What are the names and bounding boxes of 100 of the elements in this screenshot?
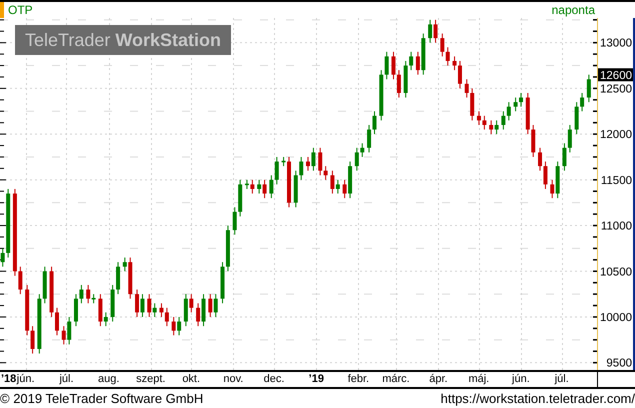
x-tick-label: aug. (98, 373, 120, 386)
x-tick-label: nov. (223, 373, 244, 386)
candlestick (92, 294, 96, 304)
last-price-tag: 12600 (598, 68, 633, 82)
candlestick (122, 257, 127, 272)
candlestick (514, 97, 518, 112)
candlestick (274, 156, 279, 185)
candlestick (306, 156, 310, 172)
candlestick (372, 110, 376, 135)
x-tick-label: jún. (16, 373, 35, 386)
x-tick-label: okt. (182, 373, 200, 386)
candlestick (434, 19, 438, 44)
x-tick-label: márc. (382, 373, 410, 386)
candlestick (476, 110, 481, 126)
candlestick (440, 33, 444, 57)
candlestick (354, 147, 359, 172)
url-text: https://workstation.teletrader.com/ (440, 390, 635, 408)
candlestick (360, 142, 364, 158)
candlestick (196, 302, 200, 327)
candlestick (409, 51, 414, 71)
candlestick (177, 316, 182, 336)
x-tick-label: febr. (348, 373, 370, 386)
candlestick (336, 179, 340, 194)
candlestick (257, 179, 262, 194)
candlestick (244, 179, 249, 190)
candlestick (586, 74, 591, 103)
candlestick (416, 51, 420, 76)
candlestick (568, 124, 572, 153)
candlestick (452, 56, 457, 71)
y-tick-label: 13000 (600, 38, 632, 50)
candlestick (269, 174, 274, 199)
y-tick-label: 10500 (600, 266, 632, 278)
candlestick (428, 19, 432, 44)
series-marker (0, 2, 4, 18)
candlestick (550, 179, 554, 199)
candlestick (519, 92, 524, 108)
x-tick-label: júl. (59, 373, 74, 386)
candlestick (184, 294, 188, 327)
candlestick (18, 266, 22, 295)
candlestick (330, 170, 334, 194)
logo: TeleTrader WorkStation (15, 25, 232, 55)
y-tick-label: 12000 (600, 129, 632, 142)
candlestick (74, 294, 78, 327)
x-tick-label: jún. (512, 373, 530, 386)
candlestick (164, 307, 169, 327)
candlestick (367, 124, 372, 153)
candlestick (580, 92, 584, 112)
candlestick (342, 179, 347, 199)
x-tick-label: máj. (468, 373, 490, 386)
candlestick (506, 102, 511, 121)
candlestick (98, 294, 102, 327)
candlestick (54, 307, 59, 336)
x-tick-label: júl. (554, 373, 569, 386)
y-tick-label: 12500 (600, 83, 632, 96)
candlestick (531, 124, 536, 158)
candlestick (482, 115, 486, 130)
candlestick (494, 120, 499, 135)
candlestick (140, 294, 144, 318)
candlestick (538, 147, 542, 172)
candlestick (543, 161, 548, 190)
candlestick (79, 284, 84, 304)
candlestick (464, 78, 469, 98)
candlestick (391, 51, 396, 80)
candlestick (501, 110, 506, 130)
candlestick (152, 302, 157, 318)
candlestick (250, 179, 254, 194)
candlestick (104, 312, 108, 327)
candlestick (30, 326, 35, 354)
candlestick (67, 316, 72, 345)
x-tick-label: ’19 (308, 373, 324, 386)
candlestick (311, 147, 316, 172)
candlestick (318, 147, 322, 176)
candlestick (62, 326, 66, 345)
candlestick (232, 206, 237, 236)
candlestick (562, 142, 566, 172)
candlestick (470, 88, 474, 121)
candlestick (458, 60, 462, 89)
y-tick-label: 11500 (600, 174, 632, 187)
y-tick-label: 10000 (600, 312, 632, 324)
candlestick (208, 294, 212, 318)
copyright-text: © 2019 TeleTrader Software GmbH (0, 390, 204, 408)
candlestick (214, 294, 218, 318)
candlestick (189, 294, 194, 313)
x-tick-label: ’18 (1, 373, 16, 386)
candlestick (384, 51, 389, 80)
candlestick (396, 70, 401, 98)
candlestick (446, 46, 450, 66)
x-tick-label: ápr. (429, 373, 448, 386)
candlestick (116, 262, 120, 295)
candlestick (86, 284, 90, 304)
candlestick (172, 316, 176, 336)
period-label: naponta (552, 2, 595, 18)
candlestick (147, 294, 152, 318)
candlestick (324, 166, 328, 180)
candlestick (202, 294, 206, 327)
candlestick (159, 302, 164, 318)
x-tick-label: dec. (264, 373, 284, 386)
x-tick-label: szept. (136, 373, 166, 386)
symbol-label: OTP (8, 2, 33, 18)
y-tick-label: 9500 (606, 358, 632, 370)
